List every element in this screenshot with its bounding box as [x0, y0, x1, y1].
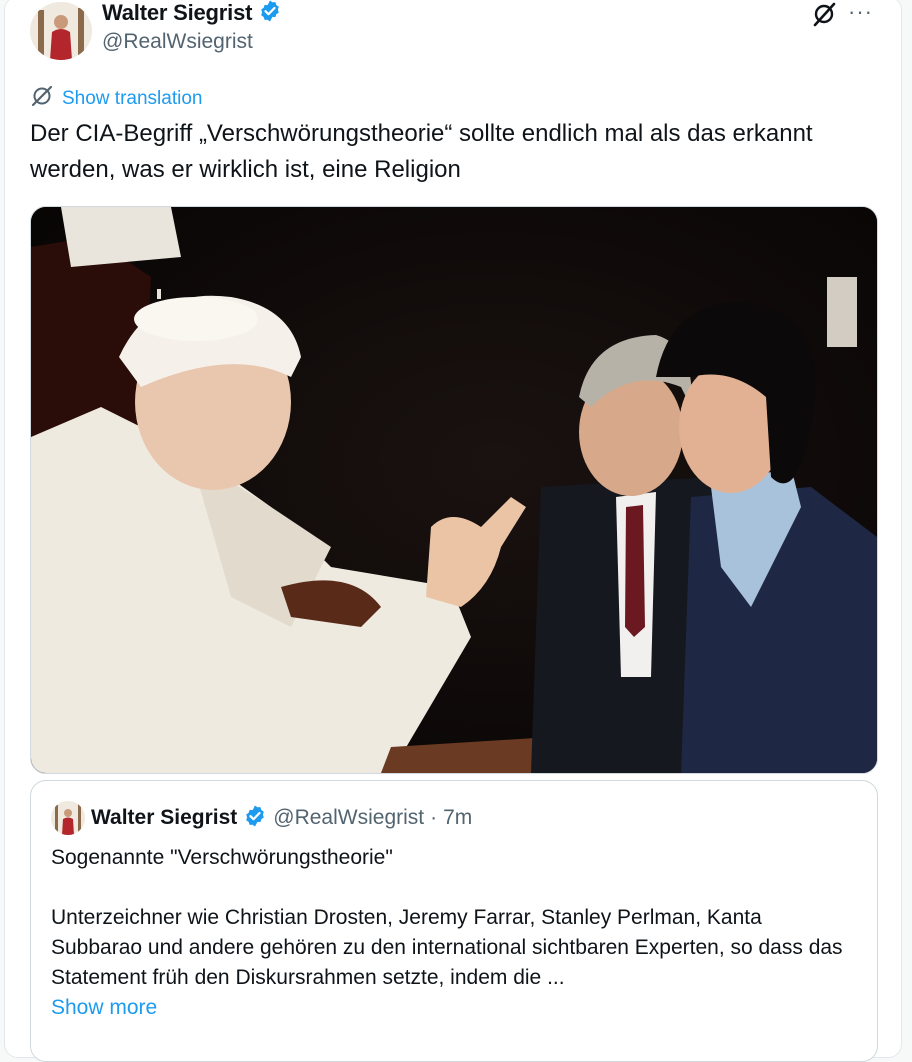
quoted-separator: ·: [430, 806, 438, 829]
avatar[interactable]: [30, 2, 92, 60]
quoted-timestamp: 7m: [443, 806, 473, 829]
quoted-tweet[interactable]: Walter Siegrist @RealWsiegrist · 7m Soge…: [30, 780, 878, 1062]
show-translation-label: Show translation: [62, 88, 203, 109]
show-more-link[interactable]: Show more: [51, 996, 157, 1019]
verified-badge-icon: [258, 0, 282, 28]
more-options-button[interactable]: ···: [848, 1, 873, 23]
quoted-author-handle: @RealWsiegrist: [273, 806, 425, 829]
quoted-author-name: Walter Siegrist: [91, 806, 238, 829]
tweet-photo[interactable]: [30, 206, 878, 774]
grok-icon[interactable]: [810, 0, 838, 28]
show-translation-button[interactable]: Show translation: [30, 84, 202, 114]
tweet-text: Der CIA-Begriff „Verschwörungstheorie“ s…: [30, 120, 813, 183]
quoted-avatar: [51, 801, 85, 835]
quoted-tweet-header: Walter Siegrist @RealWsiegrist · 7m: [51, 801, 473, 835]
quoted-tweet-body: Sogenannte "Verschwörungstheorie" Unterz…: [51, 843, 851, 1023]
avatar-image: [30, 2, 92, 60]
photo-image: [31, 207, 877, 773]
quoted-text: Unterzeichner wie Christian Drosten, Jer…: [51, 906, 843, 989]
author-handle[interactable]: @RealWsiegrist: [102, 30, 253, 54]
author-name[interactable]: Walter Siegrist: [102, 0, 252, 26]
translate-icon: [30, 84, 54, 114]
quoted-title: Sogenannte "Verschwörungstheorie": [51, 846, 393, 869]
verified-badge-icon: [243, 804, 267, 833]
author-name-row[interactable]: Walter Siegrist: [102, 0, 282, 26]
